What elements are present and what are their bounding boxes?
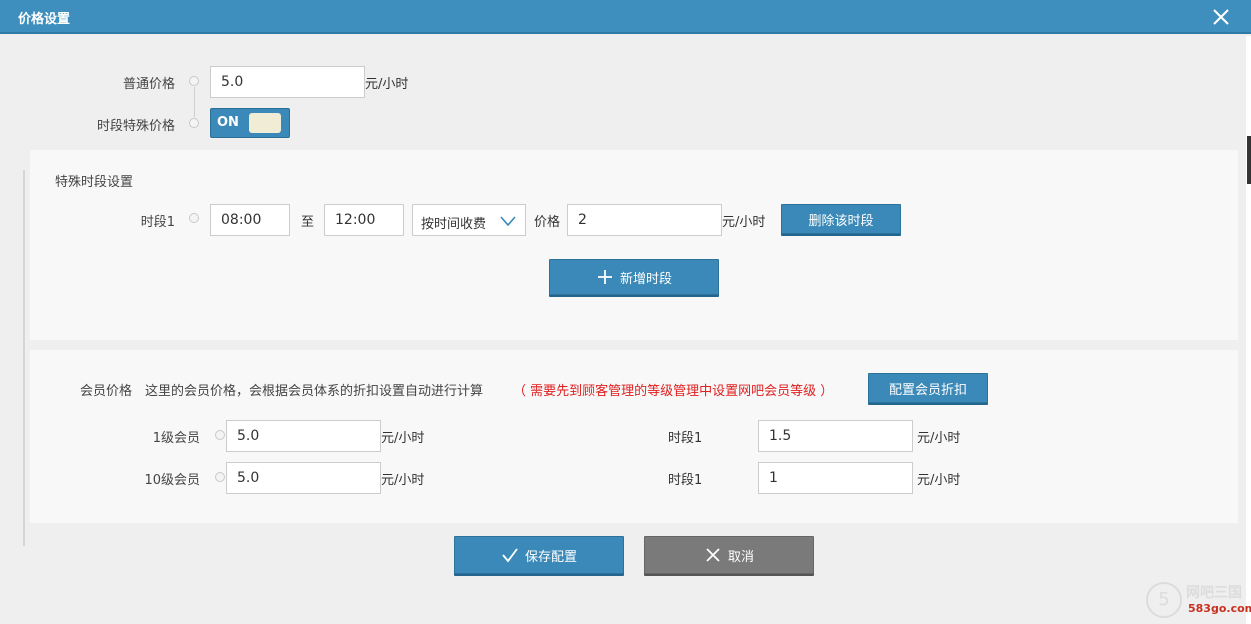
scrollbar-thumb[interactable]: [1247, 136, 1251, 184]
member-price-desc: 这里的会员价格，会根据会员体系的折扣设置自动进行计算: [145, 384, 484, 399]
period-price-label: 价格: [534, 215, 561, 230]
member-period-unit: 元/小时: [917, 473, 961, 488]
member-price-panel: [30, 350, 1238, 523]
cancel-label: 取消: [727, 549, 754, 565]
watermark-logo: 5 网吧三国 583go.com: [1146, 580, 1251, 620]
close-button[interactable]: [1209, 5, 1233, 29]
delete-period-button[interactable]: 删除该时段: [781, 204, 901, 234]
period-radio[interactable]: [189, 213, 199, 223]
normal-price-input[interactable]: 5.0: [210, 66, 365, 98]
toggle-knob: [249, 113, 281, 133]
normal-price-unit: 元/小时: [365, 77, 409, 92]
toggle-state-label: ON: [217, 115, 239, 130]
special-price-radio[interactable]: [189, 118, 199, 128]
member-period-price-input[interactable]: 1.5: [758, 420, 913, 452]
delete-period-label: 删除该时段: [808, 213, 874, 229]
special-price-toggle[interactable]: ON: [210, 108, 290, 138]
save-label: 保存配置: [524, 549, 577, 565]
member-period-price-input[interactable]: 1: [758, 462, 913, 494]
normal-price-radio[interactable]: [189, 76, 199, 86]
period-start-input[interactable]: 08:00: [210, 204, 290, 236]
period-to-label: 至: [301, 215, 315, 230]
close-icon: [1213, 9, 1229, 25]
plus-icon: [597, 270, 612, 284]
period-end-input[interactable]: 12:00: [324, 204, 404, 236]
save-button[interactable]: 保存配置: [454, 536, 624, 574]
configure-discount-label: 配置会员折扣: [888, 382, 967, 398]
member-level-radio[interactable]: [215, 472, 225, 482]
right-edge: [1246, 36, 1251, 624]
period-label: 时段1: [140, 215, 175, 230]
special-period-panel: [30, 150, 1238, 340]
add-period-label: 新增时段: [619, 271, 672, 287]
member-level-label: 1级会员: [152, 431, 200, 446]
chevron-down-icon: [500, 216, 516, 227]
member-period-unit: 元/小时: [917, 431, 961, 446]
configure-discount-button[interactable]: 配置会员折扣: [868, 373, 988, 403]
member-price-input[interactable]: 5.0: [226, 420, 381, 452]
close-icon: [706, 548, 720, 562]
normal-price-label: 普通价格: [122, 77, 175, 92]
add-period-button[interactable]: 新增时段: [549, 259, 719, 295]
member-level-label: 10级会员: [144, 473, 200, 488]
charge-mode-value: 按时间收费: [421, 217, 487, 232]
checkmark-icon: [502, 548, 518, 563]
member-level-radio[interactable]: [215, 430, 225, 440]
watermark-site: 583go.com: [1188, 602, 1251, 615]
period-price-input[interactable]: 2: [567, 204, 722, 236]
cancel-button[interactable]: 取消: [644, 536, 814, 574]
member-price-unit: 元/小时: [381, 431, 425, 446]
member-price-label: 会员价格: [80, 384, 133, 399]
member-price-warning: （ 需要先到顾客管理的等级管理中设置网吧会员等级 ）: [513, 384, 834, 399]
watermark-symbol: 5: [1146, 582, 1182, 618]
member-period-label: 时段1: [668, 431, 703, 446]
dialog-title: 价格设置: [18, 12, 71, 27]
dialog-titlebar: 价格设置: [0, 0, 1251, 34]
member-price-unit: 元/小时: [381, 473, 425, 488]
member-period-label: 时段1: [668, 473, 703, 488]
charge-mode-select[interactable]: 按时间收费: [412, 204, 526, 236]
period-price-unit: 元/小时: [722, 215, 766, 230]
section-rule: [23, 170, 25, 546]
member-price-input[interactable]: 5.0: [226, 462, 381, 494]
watermark-name: 网吧三国: [1186, 585, 1242, 601]
special-period-heading: 特殊时段设置: [55, 175, 134, 190]
step-connector: [194, 87, 195, 117]
special-price-label: 时段特殊价格: [96, 119, 175, 134]
